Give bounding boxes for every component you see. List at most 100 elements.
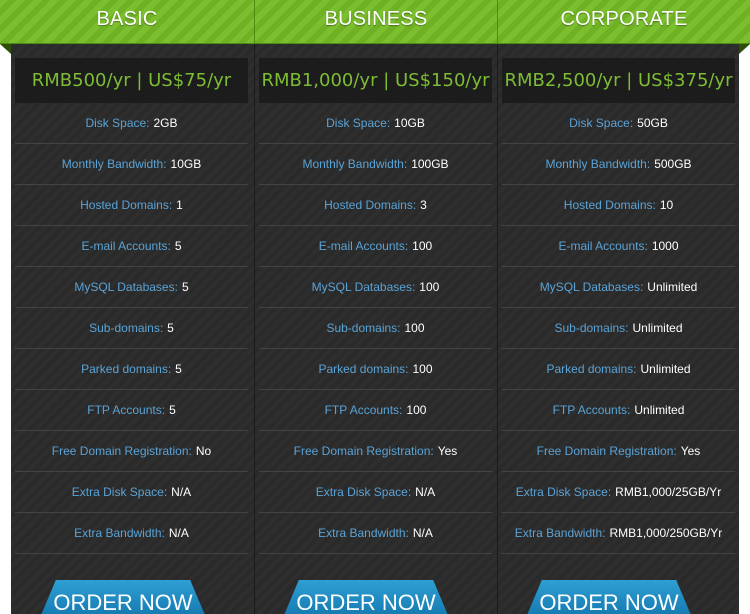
feature-value: N/A xyxy=(171,485,192,499)
feature-label: E-mail Accounts: xyxy=(81,239,171,253)
feature-value: 500GB xyxy=(654,157,692,171)
order-now-button-business[interactable]: ORDER NOW xyxy=(282,580,450,614)
column-divider xyxy=(497,44,498,614)
feature-row: FTP Accounts: 100 xyxy=(259,390,492,431)
feature-value: 100 xyxy=(406,403,427,417)
feature-row: Hosted Domains: 10 xyxy=(502,185,735,226)
order-now-button-basic[interactable]: ORDER NOW xyxy=(39,580,207,614)
feature-value: Unlimited xyxy=(647,280,698,294)
feature-label: Extra Disk Space: xyxy=(515,485,612,499)
feature-value: 10GB xyxy=(394,116,425,130)
pricing-table: BASIC BUSINESS CORPORATE RMB500/yr | US$… xyxy=(0,0,750,614)
feature-value: 100 xyxy=(412,239,433,253)
plan-column-business: RMB1,000/yr | US$150/yr Disk Space: 10GB … xyxy=(259,58,492,554)
feature-label: Hosted Domains: xyxy=(324,198,417,212)
plan-name-corporate: CORPORATE xyxy=(497,0,750,44)
feature-row: E-mail Accounts: 1000 xyxy=(502,226,735,267)
feature-value: 5 xyxy=(174,239,182,253)
feature-value: Yes xyxy=(437,444,458,458)
feature-label: MySQL Databases: xyxy=(74,280,178,294)
feature-label: Monthly Bandwidth: xyxy=(61,157,167,171)
feature-row: Parked domains: 100 xyxy=(259,349,492,390)
feature-value: 5 xyxy=(181,280,189,294)
feature-label: Extra Disk Space: xyxy=(71,485,168,499)
feature-label: MySQL Databases: xyxy=(539,280,644,294)
feature-label: Disk Space: xyxy=(569,116,634,130)
feature-value: 2GB xyxy=(153,116,178,130)
feature-row: Disk Space: 50GB xyxy=(502,103,735,144)
feature-value: RMB1,000/250GB/Yr xyxy=(609,526,723,540)
feature-value: 5 xyxy=(167,321,174,335)
plan-price: RMB500/yr | US$75/yr xyxy=(15,58,248,103)
feature-label: Free Domain Registration: xyxy=(293,444,434,458)
feature-row: Sub-domains: 5 xyxy=(15,308,248,349)
feature-label: Sub-domains: xyxy=(89,321,164,335)
feature-row: Extra Disk Space: RMB1,000/25GB/Yr xyxy=(502,472,735,513)
feature-list: Disk Space: 10GB Monthly Bandwidth: 100GB … xyxy=(259,103,492,554)
ribbon-fold-right xyxy=(739,44,750,54)
feature-value: 10 xyxy=(659,198,674,212)
feature-value: 100 xyxy=(419,280,440,294)
feature-row: Extra Bandwidth: RMB1,000/250GB/Yr xyxy=(502,513,735,554)
feature-label: Parked domains: xyxy=(546,362,637,376)
feature-value: RMB1,000/25GB/Yr xyxy=(615,485,722,499)
feature-label: Parked domains: xyxy=(81,362,172,376)
feature-label: E-mail Accounts: xyxy=(318,239,409,253)
feature-row: Extra Disk Space: N/A xyxy=(259,472,492,513)
feature-value: Unlimited xyxy=(640,362,691,376)
feature-value: Unlimited xyxy=(634,403,685,417)
feature-label: Disk Space: xyxy=(326,116,391,130)
feature-label: E-mail Accounts: xyxy=(558,239,648,253)
feature-list: Disk Space: 2GB Monthly Bandwidth: 10GB Ho… xyxy=(15,103,248,554)
feature-row: Extra Bandwidth: N/A xyxy=(15,513,248,554)
feature-row: Extra Disk Space: N/A xyxy=(15,472,248,513)
feature-label: Monthly Bandwidth: xyxy=(302,157,408,171)
feature-row: E-mail Accounts: 100 xyxy=(259,226,492,267)
feature-label: MySQL Databases: xyxy=(311,280,416,294)
plan-header-bar: BASIC BUSINESS CORPORATE xyxy=(0,0,750,44)
feature-label: Sub-domains: xyxy=(554,321,629,335)
plan-price: RMB1,000/yr | US$150/yr xyxy=(259,58,492,103)
feature-row: MySQL Databases: Unlimited xyxy=(502,267,735,308)
feature-row: MySQL Databases: 100 xyxy=(259,267,492,308)
feature-row: MySQL Databases: 5 xyxy=(15,267,248,308)
feature-label: Monthly Bandwidth: xyxy=(545,157,651,171)
feature-value: 1 xyxy=(176,198,183,212)
feature-value: No xyxy=(195,444,212,458)
feature-label: Disk Space: xyxy=(85,116,150,130)
plan-column-basic: RMB500/yr | US$75/yr Disk Space: 2GB Mont… xyxy=(15,58,248,554)
feature-label: Hosted Domains: xyxy=(80,198,173,212)
feature-label: Extra Disk Space: xyxy=(315,485,412,499)
feature-value: 5 xyxy=(175,362,182,376)
feature-value: Yes xyxy=(680,444,701,458)
feature-row: Hosted Domains: 3 xyxy=(259,185,492,226)
feature-value: N/A xyxy=(415,485,436,499)
feature-row: Free Domain Registration: Yes xyxy=(502,431,735,472)
feature-label: Extra Bandwidth: xyxy=(318,526,409,540)
feature-label: FTP Accounts: xyxy=(87,403,166,417)
feature-value: 100 xyxy=(412,362,433,376)
feature-row: Disk Space: 10GB xyxy=(259,103,492,144)
feature-row: Parked domains: 5 xyxy=(15,349,248,390)
feature-row: Hosted Domains: 1 xyxy=(15,185,248,226)
plan-column-corporate: RMB2,500/yr | US$375/yr Disk Space: 50GB … xyxy=(502,58,735,554)
order-now-button-corporate[interactable]: ORDER NOW xyxy=(525,580,693,614)
feature-row: Sub-domains: 100 xyxy=(259,308,492,349)
feature-row: Free Domain Registration: Yes xyxy=(259,431,492,472)
feature-row: FTP Accounts: Unlimited xyxy=(502,390,735,431)
feature-row: Sub-domains: Unlimited xyxy=(502,308,735,349)
feature-label: Free Domain Registration: xyxy=(51,444,192,458)
ribbon-fold-left xyxy=(0,44,11,54)
feature-list: Disk Space: 50GB Monthly Bandwidth: 500GB … xyxy=(502,103,735,554)
feature-row: FTP Accounts: 5 xyxy=(15,390,248,431)
feature-row: Extra Bandwidth: N/A xyxy=(259,513,492,554)
feature-label: Extra Bandwidth: xyxy=(74,526,165,540)
feature-value: 1000 xyxy=(651,239,679,253)
feature-row: Monthly Bandwidth: 100GB xyxy=(259,144,492,185)
feature-value: 100GB xyxy=(411,157,449,171)
feature-value: 10GB xyxy=(170,157,202,171)
feature-row: Disk Space: 2GB xyxy=(15,103,248,144)
feature-value: 100 xyxy=(404,321,425,335)
feature-value: N/A xyxy=(412,526,433,540)
feature-label: Sub-domains: xyxy=(326,321,401,335)
